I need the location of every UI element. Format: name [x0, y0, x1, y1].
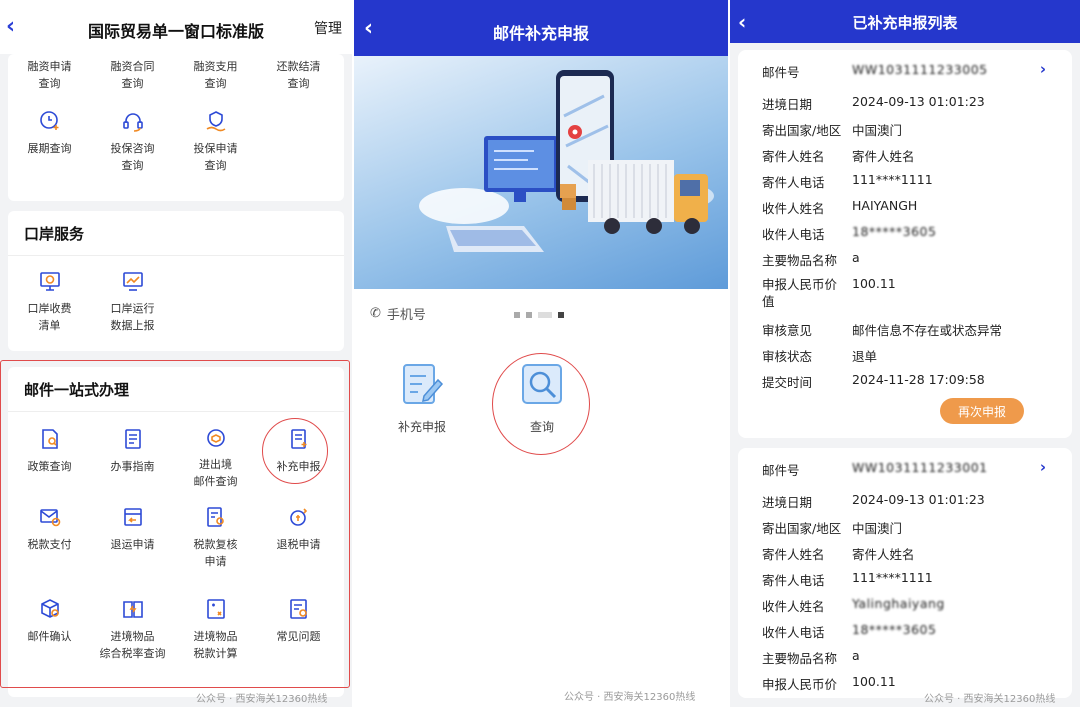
- extension-query[interactable]: 展期查询: [8, 108, 91, 174]
- header: ‹ 已补充申报列表: [730, 0, 1080, 43]
- manage-button[interactable]: 管理: [314, 18, 342, 38]
- record-row: 收件人姓名 HAIYANGH: [762, 198, 918, 216]
- logistics-illustration: [419, 70, 714, 252]
- watermark: 公众号 · 西安海关12360热线: [924, 694, 1056, 705]
- highlight-circle-supplement: [262, 418, 328, 484]
- record-row: 寄件人电话 111****1111: [762, 172, 933, 190]
- record-row: 邮件号 WW1031111233001: [762, 460, 988, 478]
- insurance-apply[interactable]: 投保申请 查询: [174, 108, 257, 174]
- phone-masked-value: [514, 312, 564, 318]
- supplement-edit-icon: [403, 364, 444, 404]
- chart-monitor-icon: [120, 268, 146, 294]
- record-row: 收件人电话 18*****3605: [762, 622, 937, 640]
- watermark: 公众号 · 西安海关12360热线: [564, 692, 696, 703]
- header: ‹ 国际贸易单一窗口标准版 管理: [0, 0, 352, 54]
- record-row: 申报人民币价 100.11: [762, 674, 896, 692]
- port-section-title: 口岸服务: [24, 225, 85, 243]
- record-row: 收件人电话 18*****3605: [762, 224, 937, 242]
- supplement-button[interactable]: 补充申报: [398, 362, 446, 435]
- record-row: 提交时间 2024-11-28 17:09:58: [762, 372, 985, 390]
- highlight-circle-query: [492, 353, 590, 455]
- port-grid: 口岸收费 清单 口岸运行 数据上报: [8, 268, 344, 334]
- finance-card: 融资申请 查询 融资合同 查询 融资支用 查询 还款结清 查询 展期查询 投保咨…: [8, 54, 344, 201]
- finance-grid-2: 展期查询 投保咨询 查询 投保申请 查询: [8, 108, 344, 174]
- panel-service-menu: ‹ 国际贸易单一窗口标准版 管理 融资申请 查询 融资合同 查询 融资支用 查询…: [0, 0, 352, 707]
- record-row: 主要物品名称 a: [762, 250, 860, 268]
- monitor-yuan-icon: [37, 268, 63, 294]
- page-title: 国际贸易单一窗口标准版: [87, 22, 264, 41]
- page-title: 邮件补充申报: [492, 24, 589, 43]
- shield-hand-icon: [203, 108, 229, 134]
- record-row: 寄件人姓名 寄件人姓名: [762, 547, 915, 562]
- finance-contract-query[interactable]: 融资合同 查询: [91, 58, 174, 92]
- insurance-apply-label: 投保申请 查询: [193, 142, 238, 172]
- record-row: 进境日期 2024-09-13 01:01:23: [762, 492, 985, 510]
- phone-icon: ✆: [370, 306, 381, 321]
- phone-label: 手机号: [386, 308, 426, 323]
- record-row: 审核状态 退单: [762, 346, 877, 365]
- port-data-report[interactable]: 口岸运行 数据上报: [91, 268, 174, 334]
- record-row: 寄件人电话 111****1111: [762, 570, 933, 588]
- repay-query[interactable]: 还款结清 查询: [257, 58, 340, 92]
- highlight-box-mail-section: [0, 360, 350, 688]
- divider: [8, 255, 344, 256]
- insurance-consult[interactable]: 投保咨询 查询: [91, 108, 174, 174]
- finance-apply-query[interactable]: 融资申请 查询: [8, 58, 91, 92]
- record-card-2[interactable]: 邮件号 WW1031111233001 › 进境日期 2024-09-13 01:0…: [738, 448, 1072, 698]
- record-row: 邮件号 WW1031111233005: [762, 62, 988, 80]
- record-row: 收件人姓名 Yalinghaiyang: [762, 596, 945, 614]
- record-card-1[interactable]: 邮件号 WW1031111233005 › 进境日期 2024-09-13 01:0…: [738, 50, 1072, 438]
- chevron-right-icon[interactable]: ›: [1040, 60, 1046, 78]
- port-card: 口岸服务 口岸收费 清单 口岸运行 数据上报: [8, 211, 344, 351]
- status-badge: 退单: [852, 349, 878, 364]
- port-data-report-label: 口岸运行 数据上报: [110, 302, 155, 332]
- chevron-right-icon[interactable]: ›: [1040, 458, 1046, 476]
- port-fee-list[interactable]: 口岸收费 清单: [8, 268, 91, 334]
- finance-use-query[interactable]: 融资支用 查询: [174, 58, 257, 92]
- supplement-button-label: 补充申报: [398, 420, 447, 434]
- resubmit-button[interactable]: 再次申报: [940, 398, 1024, 424]
- phone-row: ✆ 手机号: [370, 304, 426, 323]
- extension-query-label: 展期查询: [27, 142, 72, 155]
- port-fee-list-label: 口岸收费 清单: [27, 302, 72, 332]
- header: ‹ 邮件补充申报: [354, 0, 728, 56]
- panel-declared-list: ‹ 已补充申报列表 邮件号 WW1031111233005 › 进境日期 2024-…: [730, 0, 1080, 707]
- record-row: 寄出国家/地区 中国澳门: [762, 521, 903, 536]
- panel-supplement-declare: ‹ 邮件补充申报 ✆ 手机号 补充申报 查询 公众号 · 西安海关12360热线: [354, 0, 728, 707]
- record-row: 寄件人姓名 寄件人姓名: [762, 149, 915, 164]
- banner-illustration: [354, 56, 728, 289]
- finance-grid: 融资申请 查询 融资合同 查询 融资支用 查询 还款结清 查询: [8, 58, 344, 92]
- headset-icon: [120, 108, 146, 134]
- record-row: 主要物品名称 a: [762, 648, 860, 666]
- clock-plus-icon: [37, 108, 63, 134]
- record-row: 进境日期 2024-09-13 01:01:23: [762, 94, 985, 112]
- record-row: 申报人民币价 值 100.11: [762, 276, 896, 309]
- insurance-consult-label: 投保咨询 查询: [110, 142, 155, 172]
- record-row: 寄出国家/地区 中国澳门: [762, 123, 903, 138]
- page-title: 已补充申报列表: [852, 14, 958, 32]
- record-row: 审核意见 邮件信息不存在或状态异常: [762, 323, 1003, 338]
- watermark: 公众号 · 西安海关12360热线: [196, 694, 328, 705]
